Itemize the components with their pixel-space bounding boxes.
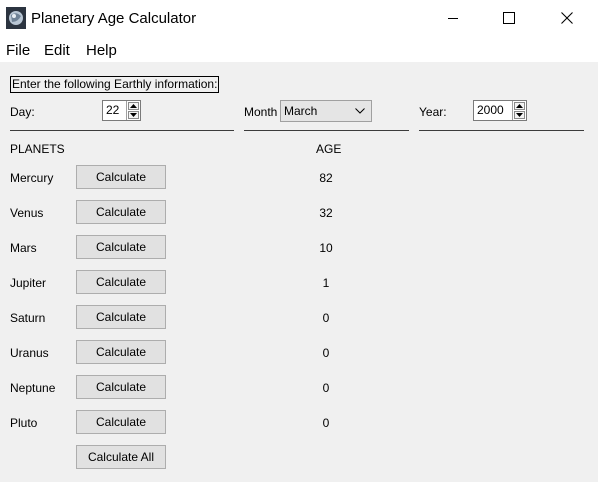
maximize-icon [503, 12, 515, 24]
planet-name-neptune: Neptune [10, 381, 56, 395]
year-spinner[interactable]: 2000 [473, 100, 527, 121]
year-decrement-button[interactable] [514, 111, 525, 119]
year-increment-button[interactable] [514, 102, 525, 110]
close-button[interactable] [538, 0, 596, 36]
minimize-button[interactable] [424, 0, 482, 36]
planet-name-jupiter: Jupiter [10, 276, 47, 290]
day-increment-button[interactable] [128, 102, 139, 110]
calculate-mercury-button[interactable]: Calculate [76, 165, 166, 189]
calculate-neptune-button[interactable]: Calculate [76, 375, 166, 399]
planet-name-uranus: Uranus [10, 346, 49, 360]
calculate-saturn-button[interactable]: Calculate [76, 305, 166, 329]
minimize-icon [447, 12, 459, 24]
close-icon [561, 12, 573, 24]
planet-name-saturn: Saturn [10, 311, 46, 325]
calculate-all-button[interactable]: Calculate All [76, 445, 166, 469]
calculate-jupiter-button[interactable]: Calculate [76, 270, 166, 294]
age-value-neptune: 0 [322, 381, 330, 395]
window-title: Planetary Age Calculator [31, 10, 197, 27]
planet-name-pluto: Pluto [10, 416, 38, 430]
day-label: Day: [10, 105, 35, 119]
year-label: Year: [419, 105, 447, 119]
arrow-up-icon [516, 104, 523, 108]
chevron-down-icon [349, 108, 371, 114]
month-select[interactable]: March [280, 100, 372, 122]
calculate-pluto-button[interactable]: Calculate [76, 410, 166, 434]
menu-help[interactable]: Help [86, 42, 117, 59]
separator [10, 130, 234, 131]
year-value: 2000 [477, 103, 504, 117]
age-value-mercury: 82 [319, 171, 333, 185]
age-value-uranus: 0 [322, 346, 330, 360]
day-spinner[interactable]: 22 [102, 100, 141, 121]
maximize-button[interactable] [480, 0, 538, 36]
age-value-saturn: 0 [322, 311, 330, 325]
separator [244, 130, 409, 131]
calculate-mars-button[interactable]: Calculate [76, 235, 166, 259]
instruction-label: Enter the following Earthly information: [10, 76, 220, 93]
planet-icon [6, 7, 26, 29]
arrow-up-icon [130, 104, 137, 108]
age-value-mars: 10 [319, 241, 333, 255]
calculate-uranus-button[interactable]: Calculate [76, 340, 166, 364]
planets-header: PLANETS [10, 142, 65, 156]
age-value-jupiter: 1 [322, 276, 330, 290]
age-value-pluto: 0 [322, 416, 330, 430]
month-value: March [284, 104, 318, 118]
menu-file[interactable]: File [6, 42, 30, 59]
planet-name-mars: Mars [10, 241, 37, 255]
planet-name-venus: Venus [10, 206, 44, 220]
menu-edit[interactable]: Edit [44, 42, 70, 59]
calculate-venus-button[interactable]: Calculate [76, 200, 166, 224]
age-value-venus: 32 [319, 206, 333, 220]
planet-name-mercury: Mercury [10, 171, 54, 185]
separator [419, 130, 584, 131]
arrow-down-icon [130, 113, 137, 117]
age-header: AGE [316, 142, 342, 156]
arrow-down-icon [516, 113, 523, 117]
day-decrement-button[interactable] [128, 111, 139, 119]
month-label: Month [244, 105, 278, 119]
day-value: 22 [106, 103, 120, 117]
